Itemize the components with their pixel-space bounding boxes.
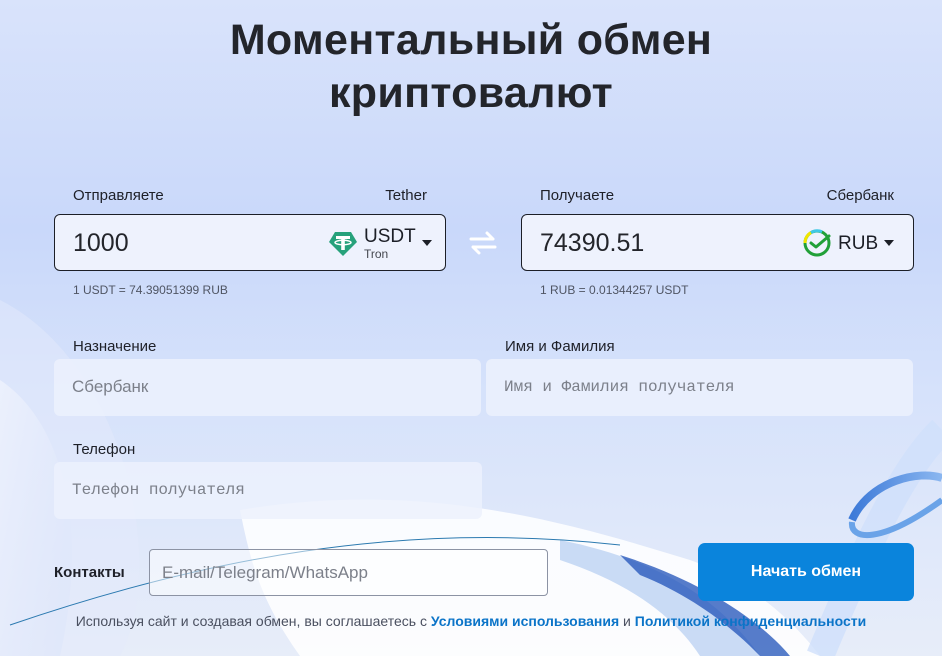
send-provider: Tether	[385, 187, 427, 204]
send-rate: 1 USDT = 74.39051399 RUB	[73, 283, 228, 297]
footer-text: Используя сайт и создавая обмен, вы согл…	[75, 613, 427, 629]
tether-icon	[329, 232, 357, 256]
contacts-label: Контакты	[54, 564, 125, 581]
name-label: Имя и Фамилия	[505, 338, 615, 355]
name-input[interactable]	[504, 373, 889, 401]
footer-agreement: Используя сайт и создавая обмен, вы согл…	[0, 613, 942, 629]
sberbank-icon	[803, 229, 831, 257]
receive-provider: Сбербанк	[826, 187, 894, 204]
terms-link[interactable]: Условиями использования	[431, 613, 619, 629]
receive-currency-select[interactable]: RUB	[802, 221, 895, 265]
start-exchange-button[interactable]: Начать обмен	[698, 543, 914, 601]
phone-field	[54, 462, 482, 519]
purpose-label: Назначение	[73, 338, 157, 355]
send-label: Отправляете	[73, 187, 164, 204]
receive-label: Получаете	[540, 187, 615, 204]
title-line-2: криптовалют	[328, 69, 614, 117]
send-amount-input[interactable]	[73, 227, 293, 259]
receive-currency-code: RUB	[838, 232, 879, 254]
title-line-1: Моментальный обмен	[229, 16, 713, 64]
receive-rate: 1 RUB = 0.01344257 USDT	[540, 283, 689, 297]
send-currency-select[interactable]: USDT Tron	[328, 221, 432, 265]
name-field	[486, 359, 913, 416]
contacts-field	[149, 549, 548, 596]
swap-icon[interactable]	[467, 229, 499, 257]
send-amount-box: USDT Tron	[54, 214, 446, 271]
contacts-input[interactable]	[162, 560, 532, 586]
chevron-down-icon	[421, 240, 432, 246]
privacy-link[interactable]: Политикой конфиденциальности	[635, 613, 867, 629]
chevron-down-icon	[884, 240, 895, 246]
send-network: Tron	[364, 246, 389, 261]
send-currency-code: USDT	[364, 225, 416, 247]
receive-amount-box: RUB	[521, 214, 914, 271]
phone-label: Телефон	[73, 441, 136, 458]
purpose-input[interactable]	[72, 373, 457, 401]
page-title: Моментальный обмен криптовалют	[0, 14, 942, 120]
receive-amount-input[interactable]	[540, 227, 760, 259]
purpose-field	[54, 359, 481, 416]
footer-and: и	[623, 613, 631, 629]
phone-input[interactable]	[72, 476, 458, 504]
